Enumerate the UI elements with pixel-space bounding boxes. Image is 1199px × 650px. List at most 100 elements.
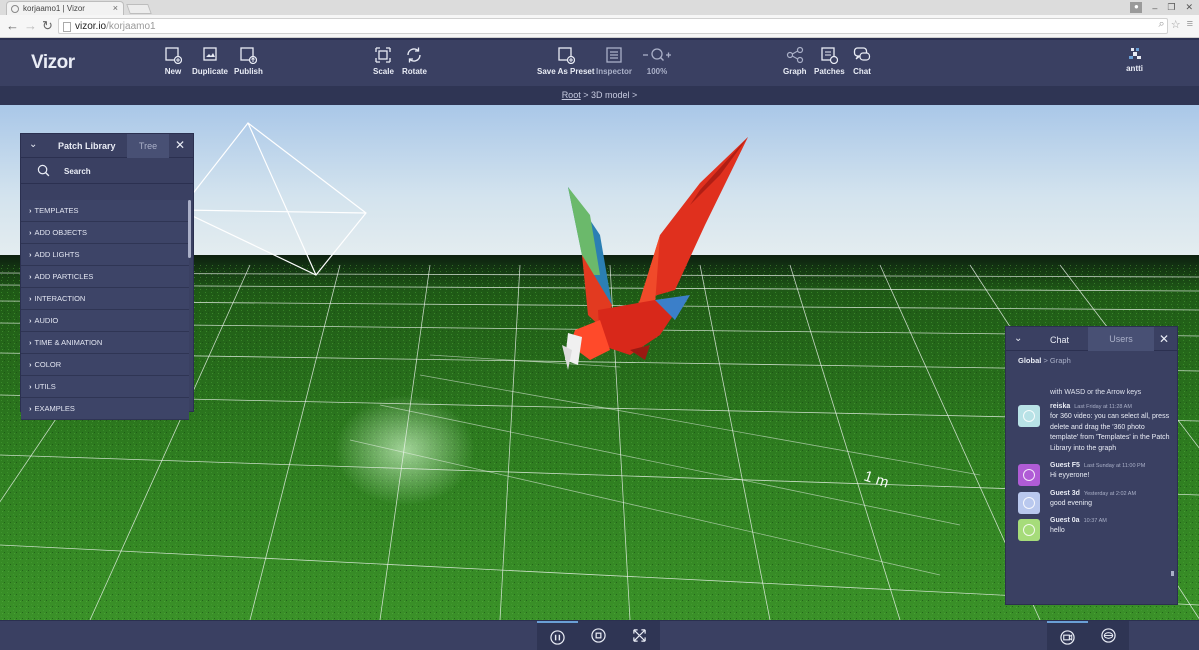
fullscreen-icon [633, 629, 646, 642]
inspector-label: Inspector [596, 67, 633, 76]
window-controls: ● – ❐ ✕ [1130, 0, 1193, 15]
chat-username[interactable]: Guest F5 [1050, 462, 1080, 469]
chat-timestamp: Last Sunday at 11:00 PM [1083, 463, 1146, 469]
patch-category-label: COLOR [34, 360, 62, 369]
reload-icon[interactable]: ↻ [42, 18, 53, 34]
patch-category-item[interactable]: › ADD OBJECTS [21, 222, 189, 244]
chat-message: Guest F5 Last Sunday at 11:00 PM Hi eyyero… [1006, 462, 1176, 486]
new-tab-button[interactable] [126, 4, 152, 14]
new-icon [163, 46, 183, 65]
patch-category-label: UTILS [34, 382, 56, 391]
publish-icon [238, 46, 258, 65]
camera-button[interactable] [1047, 621, 1088, 650]
inspector-button[interactable]: Inspector [596, 46, 632, 76]
patch-category-item[interactable]: › AUDIO [21, 310, 189, 332]
vr-button[interactable] [1088, 621, 1129, 650]
patch-category-item[interactable]: › COLOR [21, 354, 189, 376]
playback-bar [0, 620, 1199, 650]
scale-button[interactable]: Scale [373, 46, 394, 76]
chat-icon [852, 46, 872, 64]
duplicate-label: Duplicate [192, 67, 229, 76]
search-label: Search [64, 167, 91, 176]
breadcrumb-root[interactable]: Root [562, 90, 581, 100]
back-icon[interactable]: ← [6, 18, 19, 33]
collapse-chevron-icon[interactable]: ⌄ [1014, 333, 1022, 344]
stop-button[interactable] [578, 621, 619, 650]
user-menu[interactable]: antti [1126, 48, 1143, 73]
patch-category-item[interactable]: › ADD LIGHTS [21, 244, 189, 266]
chat-panel: ⌄ Chat Users ✕ Global > Graph with WASD … [1005, 326, 1178, 605]
chat-crumb-graph[interactable]: Graph [1050, 356, 1071, 365]
chat-timestamp: Yesterday at 2:02 AM [1083, 490, 1137, 497]
bookmark-star-icon[interactable]: ☆ [1171, 18, 1181, 31]
patch-category-item[interactable]: › TEMPLATES [21, 200, 189, 222]
patches-label: Patches [814, 67, 845, 76]
profile-icon[interactable]: ● [1130, 2, 1143, 13]
user-avatar-icon[interactable] [1018, 491, 1040, 514]
close-icon[interactable]: ✕ [175, 138, 185, 152]
menu-icon[interactable]: ≡ [1187, 18, 1193, 31]
forward-icon[interactable]: → [24, 18, 37, 33]
vizor-logo[interactable]: Vizor [31, 52, 75, 74]
close-window-button[interactable]: ✕ [1185, 2, 1193, 13]
maximize-button[interactable]: ❐ [1167, 2, 1175, 13]
close-icon[interactable]: ✕ [1159, 332, 1169, 346]
pause-button[interactable] [537, 621, 578, 650]
chat-username[interactable]: Guest 0a [1050, 517, 1080, 524]
chevron-right-icon: › [29, 316, 32, 325]
user-avatar-icon[interactable] [1018, 405, 1040, 427]
collapse-chevron-icon[interactable]: ⌄ [29, 139, 37, 150]
chevron-right-icon: › [29, 272, 32, 281]
fullscreen-button[interactable] [619, 621, 660, 650]
patch-category-label: ADD OBJECTS [34, 228, 88, 237]
chevron-right-icon: › [29, 360, 32, 369]
rotate-button[interactable]: Rotate [402, 46, 427, 76]
patches-button[interactable]: Patches [814, 46, 845, 76]
duplicate-button[interactable]: Duplicate [192, 46, 228, 76]
patch-category-item[interactable]: › UTILS [21, 376, 189, 398]
chevron-right-icon: › [29, 228, 32, 237]
chat-username[interactable]: reiska [1050, 403, 1070, 410]
patch-category-item[interactable]: › INTERACTION [21, 288, 189, 310]
tab-chat[interactable]: Chat [1050, 335, 1069, 345]
chat-message-text: good evening [1050, 499, 1093, 507]
breadcrumb-current[interactable]: 3D model [591, 90, 630, 100]
patches-icon [819, 46, 839, 65]
patch-list-scrollbar[interactable] [188, 200, 191, 258]
zoom-level: 100% [646, 67, 668, 76]
vr-icon [1101, 628, 1116, 643]
user-name: antti [1126, 64, 1143, 73]
chat-button[interactable]: Chat [852, 46, 872, 76]
browser-tab[interactable]: korjaamo1 | Vizor × [6, 1, 124, 15]
rotate-icon [404, 46, 424, 64]
patch-category-item[interactable]: › TIME & ANIMATION [21, 332, 189, 354]
patch-category-item[interactable]: › EXAMPLES [21, 398, 189, 420]
zoom-control[interactable]: 100% [641, 46, 673, 76]
graph-label: Graph [783, 67, 807, 76]
user-avatar-icon [1128, 48, 1141, 60]
tab-patch-library[interactable]: Patch Library [58, 141, 116, 151]
chat-message: reiska Last Friday at 11:28 AM for 360 vid… [1006, 403, 1176, 454]
graph-button[interactable]: Graph [783, 46, 807, 76]
patch-category-item[interactable]: › ADD PARTICLES [21, 266, 189, 288]
new-label: New [164, 67, 182, 76]
new-button[interactable]: New [163, 46, 183, 76]
zoom-icon[interactable]: ⌕ [1159, 18, 1165, 31]
url-input[interactable]: vizor.io/korjaamo1 [58, 18, 1168, 34]
patch-search[interactable]: Search [21, 158, 193, 184]
tab-tree[interactable]: Tree [127, 134, 169, 158]
chat-crumb-global[interactable]: Global [1018, 356, 1041, 365]
browser-tab-title: korjaamo1 | Vizor [23, 4, 85, 13]
rotate-label: Rotate [402, 67, 427, 76]
save-as-preset-button[interactable]: Save As Preset [537, 46, 595, 76]
user-avatar-icon[interactable] [1018, 519, 1040, 541]
user-avatar-icon[interactable] [1018, 464, 1040, 486]
publish-button[interactable]: Publish [234, 46, 263, 76]
chat-username[interactable]: Guest 3d [1050, 490, 1080, 497]
tab-close-icon[interactable]: × [113, 3, 118, 13]
tab-users[interactable]: Users [1088, 327, 1154, 351]
minimize-button[interactable]: – [1152, 3, 1157, 13]
chat-scrollbar[interactable] [1171, 571, 1174, 576]
scale-icon [373, 46, 393, 64]
save-as-preset-label: Save As Preset [537, 67, 595, 76]
